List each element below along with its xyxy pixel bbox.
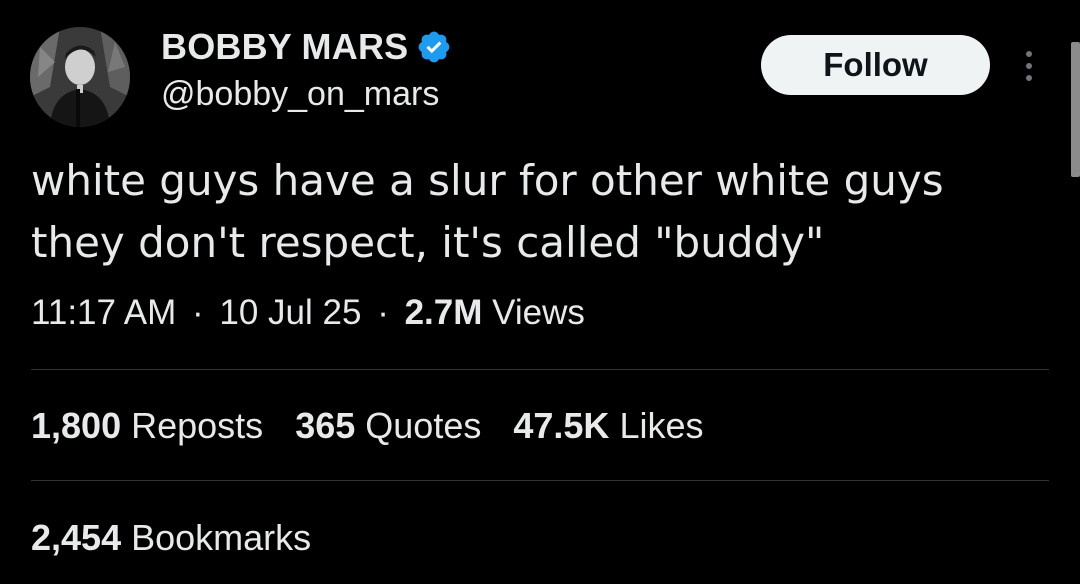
author-handle[interactable]: @bobby_on_mars (161, 75, 439, 114)
scrollbar[interactable] (1071, 42, 1080, 177)
views-count[interactable]: 2.7M (405, 293, 483, 332)
views-label[interactable]: Views (492, 293, 585, 332)
more-options-icon[interactable] (1014, 44, 1044, 88)
reposts-stat[interactable]: 1,800 Reposts (31, 405, 263, 447)
tweet-text: white guys have a slur for other white g… (31, 150, 1031, 274)
dot (1026, 75, 1032, 81)
follow-button[interactable]: Follow (761, 35, 990, 95)
engagement-stats: 1,800 Reposts 365 Quotes 47.5K Likes (31, 405, 704, 447)
quotes-stat[interactable]: 365 Quotes (295, 405, 481, 447)
avatar-photo (30, 27, 130, 127)
tweet-meta: 11:17 AM · 10 Jul 25 · 2.7M Views (31, 293, 585, 333)
tweet-time[interactable]: 11:17 AM (31, 293, 176, 332)
reposts-count: 1,800 (31, 405, 122, 446)
tweet-text-line: they don't respect, it's called "buddy" (31, 218, 825, 267)
quotes-label: Quotes (365, 405, 482, 446)
verified-badge-icon (416, 29, 452, 65)
tweet-text-line: white guys have a slur for other white g… (31, 156, 944, 205)
author-name-row[interactable]: BOBBY MARS (161, 26, 452, 68)
divider (31, 369, 1049, 370)
bookmarks-label: Bookmarks (131, 517, 312, 558)
tweet-date[interactable]: 10 Jul 25 (219, 293, 361, 332)
bookmarks-stat[interactable]: 2,454 Bookmarks (31, 517, 311, 559)
meta-separator: · (377, 293, 389, 332)
divider (31, 480, 1049, 481)
reposts-label: Reposts (131, 405, 264, 446)
likes-count: 47.5K (513, 405, 610, 446)
author-display-name[interactable]: BOBBY MARS (161, 26, 408, 68)
bookmarks-count: 2,454 (31, 517, 122, 558)
quotes-count: 365 (295, 405, 356, 446)
dot (1026, 63, 1032, 69)
likes-stat[interactable]: 47.5K Likes (513, 405, 703, 447)
likes-label: Likes (619, 405, 704, 446)
avatar[interactable] (30, 27, 130, 127)
dot (1026, 51, 1032, 57)
meta-separator: · (192, 293, 204, 332)
